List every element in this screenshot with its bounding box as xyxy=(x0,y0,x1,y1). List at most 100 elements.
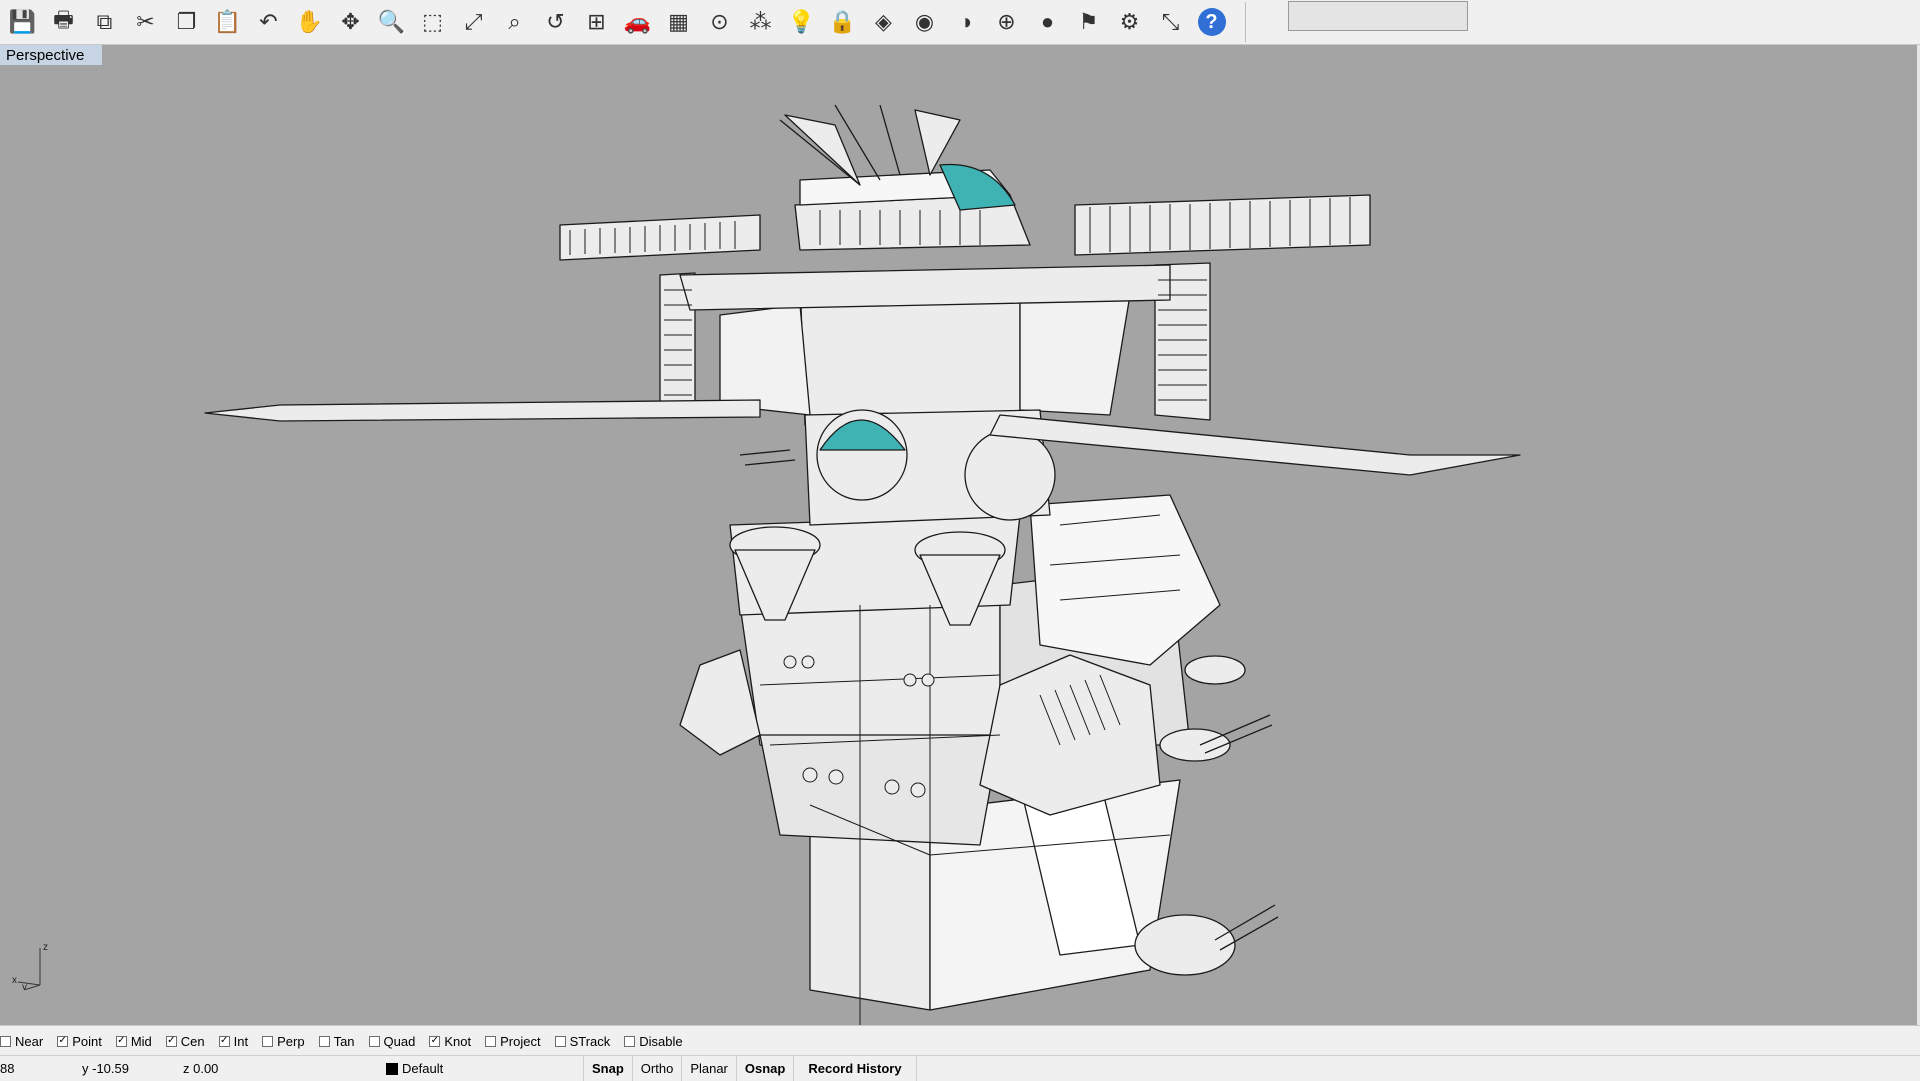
layer-name: Default xyxy=(402,1061,444,1076)
osnap-checkbox[interactable]: ✓ xyxy=(429,1035,441,1047)
axis-x-label: x xyxy=(12,975,17,986)
undo-button[interactable]: ↶ xyxy=(248,2,289,42)
cut-button[interactable]: ✂ xyxy=(125,2,166,42)
status-bar: 88 y -10.59 z 0.00 Default Snap Ortho Pl… xyxy=(0,1055,1920,1081)
lock-button[interactable]: 🔒 xyxy=(822,2,863,42)
copy-button[interactable]: ❐ xyxy=(166,2,207,42)
lights-button[interactable]: 💡 xyxy=(781,2,822,42)
osnap-label: Near xyxy=(15,1033,44,1049)
osnap-button[interactable]: ⊙ xyxy=(699,2,740,42)
axis-z-label: z xyxy=(43,942,48,953)
planar-toggle[interactable]: Planar xyxy=(681,1056,736,1081)
osnap-int[interactable]: ✓ Int xyxy=(218,1033,249,1049)
osnap-checkbox[interactable]: ✓ xyxy=(218,1035,230,1047)
undo-icon: ↶ xyxy=(259,9,278,34)
osnap-checkbox[interactable] xyxy=(262,1035,274,1047)
osnap-perp[interactable]: Perp xyxy=(262,1033,305,1049)
render-sphere-button[interactable]: ● xyxy=(1027,2,1068,42)
analyze-direction-button[interactable]: ⚑ xyxy=(1068,2,1109,42)
osnap-label: Quad xyxy=(383,1033,416,1049)
osnap-checkbox[interactable]: ✓ xyxy=(115,1035,127,1047)
ortho-toggle[interactable]: Ortho xyxy=(631,1056,682,1081)
perspective-viewport[interactable]: Perspective z x y xyxy=(0,45,1920,1025)
analyze-direction-icon: ⚑ xyxy=(1078,9,1099,34)
pan-hand-button[interactable]: ✋ xyxy=(289,2,330,42)
layer-button[interactable]: ◈ xyxy=(863,2,904,42)
current-layer[interactable]: Default xyxy=(386,1056,566,1081)
gun-barrels-left xyxy=(739,449,796,466)
osnap-disable[interactable]: Disable xyxy=(624,1034,683,1049)
osnap-checkbox[interactable]: ✓ xyxy=(165,1035,177,1047)
select-points-button[interactable]: ⁂ xyxy=(740,2,781,42)
named-views-button[interactable]: 🚗 xyxy=(617,2,658,42)
rotate-view-icon: ✥ xyxy=(341,9,360,34)
osnap-label: STrack xyxy=(569,1033,611,1049)
color-wheel-button[interactable]: ◉ xyxy=(904,2,945,42)
osnap-checkbox[interactable] xyxy=(624,1035,636,1047)
construction-plane-button[interactable]: ▦ xyxy=(658,2,699,42)
osnap-icon: ⊙ xyxy=(710,9,729,34)
osnap-label: Project xyxy=(500,1033,541,1049)
osnap-toggle[interactable]: Osnap xyxy=(735,1056,793,1081)
porthole xyxy=(884,779,900,795)
zoom-window-button[interactable]: ⬚ xyxy=(412,2,453,42)
options-gear-icon: ⚙ xyxy=(1119,9,1140,34)
osnap-tan[interactable]: Tan xyxy=(318,1034,355,1049)
osnap-strack[interactable]: STrack xyxy=(554,1033,611,1049)
osnap-checkbox[interactable] xyxy=(368,1035,380,1047)
osnap-project[interactable]: Project xyxy=(485,1033,541,1049)
wireframe-sphere-button[interactable]: ⊕ xyxy=(986,2,1027,42)
help-button[interactable]: ? xyxy=(1191,2,1232,42)
porthole xyxy=(801,655,815,669)
osnap-knot[interactable]: ✓ Knot xyxy=(429,1034,471,1049)
print-button[interactable]: 🖶 xyxy=(43,2,84,42)
osnap-checkbox[interactable] xyxy=(554,1035,566,1047)
rotate-view-button[interactable]: ✥ xyxy=(330,2,371,42)
turret-right-upper xyxy=(1184,655,1246,685)
osnap-checkbox[interactable] xyxy=(318,1035,330,1047)
osnap-mid[interactable]: ✓ Mid xyxy=(115,1034,152,1049)
command-input[interactable] xyxy=(1289,2,1467,30)
osnap-near[interactable]: Near xyxy=(0,1034,43,1049)
osnap-checkbox[interactable] xyxy=(0,1035,11,1047)
copy-icon: ❐ xyxy=(176,9,197,34)
porthole xyxy=(828,769,844,785)
bridge-tower-side-left xyxy=(719,304,811,416)
four-viewports-icon: ⊞ xyxy=(587,9,606,34)
radar-array-right xyxy=(1074,194,1371,256)
zoom-extents-icon: ⤢ xyxy=(464,9,483,34)
zoom-selected-button[interactable]: ⌕ xyxy=(494,2,535,42)
paste-button[interactable]: 📋 xyxy=(207,2,248,42)
dimension-button[interactable]: ⤡ xyxy=(1150,2,1191,42)
options-gear-button[interactable]: ⚙ xyxy=(1109,2,1150,42)
undo-view-change-button[interactable]: ↺ xyxy=(535,2,576,42)
osnap-checkbox[interactable] xyxy=(485,1035,497,1047)
battleship-model[interactable] xyxy=(0,45,1920,1025)
snap-toggle[interactable]: Snap xyxy=(583,1056,632,1081)
save-button[interactable]: 💾 xyxy=(2,2,43,42)
coord-x: 88 xyxy=(0,1061,15,1076)
shaded-sphere-button[interactable]: ◑ xyxy=(945,2,986,42)
gun-barrels-right xyxy=(1199,714,1279,951)
shaded-sphere-icon: ◑ xyxy=(958,9,973,34)
print-icon: 🖶 xyxy=(53,7,74,32)
zoom-window-icon: ⬚ xyxy=(422,9,443,34)
zoom-dynamic-button[interactable]: 🔍 xyxy=(371,2,412,42)
osnap-quad[interactable]: Quad xyxy=(368,1033,416,1049)
world-axis-icon: z x y xyxy=(12,942,48,990)
command-box[interactable] xyxy=(1288,1,1468,31)
zoom-extents-button[interactable]: ⤢ xyxy=(453,2,494,42)
help-icon: ? xyxy=(1197,8,1226,36)
osnap-label: Perp xyxy=(277,1033,305,1049)
pan-hand-icon: ✋ xyxy=(295,9,324,34)
osnap-cen[interactable]: ✓ Cen xyxy=(165,1034,205,1049)
osnap-checkbox[interactable]: ✓ xyxy=(57,1035,69,1047)
copy-to-clipboard-button[interactable]: ⧉ xyxy=(84,2,125,42)
osnap-point[interactable]: ✓ Point xyxy=(57,1034,102,1049)
coord-z: z 0.00 xyxy=(183,1061,219,1076)
save-icon: 💾 xyxy=(8,9,37,34)
record-history-toggle[interactable]: Record History xyxy=(793,1056,917,1081)
osnap-label: Int xyxy=(233,1033,249,1049)
four-viewports-button[interactable]: ⊞ xyxy=(576,2,617,42)
copy-to-clipboard-icon: ⧉ xyxy=(96,9,113,34)
